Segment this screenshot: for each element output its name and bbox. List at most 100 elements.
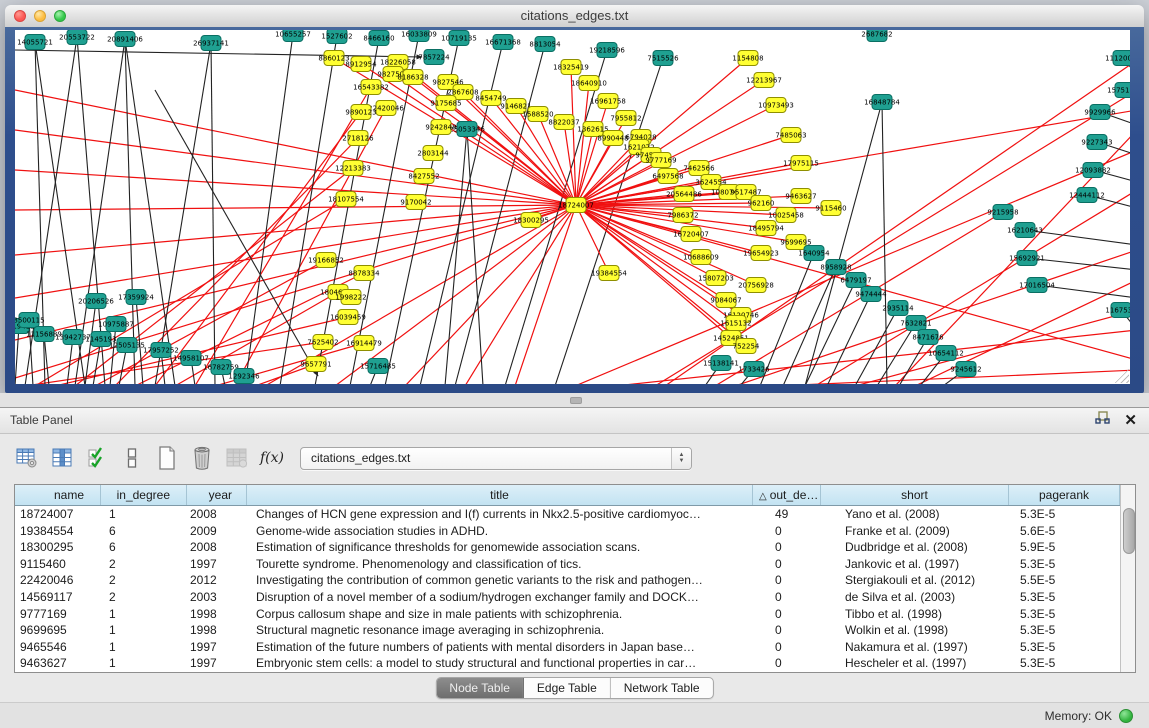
column-header-year[interactable]: year <box>187 485 247 505</box>
graph-node[interactable]: 12444112 <box>1069 188 1105 203</box>
column-header-pagerank[interactable]: pagerank <box>1009 485 1120 505</box>
graph-node[interactable]: 8471676 <box>912 330 944 345</box>
graph-node[interactable]: 2718126 <box>342 131 374 146</box>
column-header-short[interactable]: short <box>821 485 1009 505</box>
graph-node[interactable]: 8500115 <box>15 313 45 328</box>
graph-node[interactable]: 8912954 <box>345 57 377 72</box>
graph-node[interactable]: 20206526 <box>78 294 114 309</box>
graph-node[interactable]: 9657791 <box>300 357 331 372</box>
table-row[interactable]: 911546021997Tourette syndrome. Phenomeno… <box>15 556 1120 573</box>
graph-node[interactable]: 6497568 <box>652 169 683 184</box>
table-row[interactable]: 969969511998Structural magnetic resonanc… <box>15 622 1120 639</box>
graph-node[interactable]: 14055721 <box>17 35 53 50</box>
graph-node[interactable]: 9463627 <box>785 189 816 204</box>
graph-node[interactable]: 9084067 <box>710 293 741 308</box>
graph-node[interactable]: 7625402 <box>307 335 338 350</box>
column-header-name[interactable]: name <box>15 485 101 505</box>
graph-node[interactable]: 15692921 <box>1009 251 1045 266</box>
table-row[interactable]: 1872400712008Changes of HCN gene express… <box>15 506 1120 523</box>
graph-node[interactable]: 9929966 <box>1084 105 1116 120</box>
graph-node[interactable]: 10719135 <box>441 31 477 46</box>
graph-node[interactable]: 16039459 <box>330 310 366 325</box>
graph-node[interactable]: 16848784 <box>864 95 900 110</box>
graph-node[interactable]: 7515526 <box>647 51 679 66</box>
graph-node[interactable]: 9245612 <box>950 362 981 377</box>
graph-node[interactable]: 12093882 <box>1075 163 1111 178</box>
graph-node[interactable]: 15751074 <box>1107 83 1130 98</box>
graph-node[interactable]: 16720407 <box>673 227 709 242</box>
graph-node[interactable]: 9227343 <box>1081 135 1112 150</box>
minimize-window-button[interactable] <box>34 10 46 22</box>
network-graph[interactable]: 14055721 20553722 20891406 26937141 10655257… <box>15 30 1130 384</box>
graph-node[interactable]: 18640910 <box>571 76 607 91</box>
graph-node[interactable]: 1733426 <box>738 362 770 377</box>
graph-node[interactable]: 7955812 <box>610 111 641 126</box>
table-row[interactable]: 1456911722003Disruption of a novel membe… <box>15 589 1120 606</box>
graph-node[interactable]: 16914479 <box>346 336 382 351</box>
graph-node[interactable]: 18325419 <box>553 60 589 75</box>
graph-node[interactable]: 19218596 <box>589 43 625 58</box>
graph-node[interactable]: 19166852 <box>308 253 344 268</box>
tab-edge-table[interactable]: Edge Table <box>524 678 611 698</box>
graph-node[interactable]: 16961758 <box>590 94 626 109</box>
table-settings-icon[interactable] <box>14 445 40 471</box>
graph-node[interactable]: 8813054 <box>529 37 561 52</box>
network-canvas[interactable]: 14055721 20553722 20891406 26937141 10655257… <box>15 30 1130 384</box>
graph-node[interactable]: 17975115 <box>783 156 819 171</box>
graph-node[interactable]: 17359924 <box>118 290 154 305</box>
close-panel-icon[interactable]: ✕ <box>1124 412 1137 430</box>
table-row[interactable]: 2242004622012Investigating the contribut… <box>15 572 1120 589</box>
column-list-icon[interactable] <box>119 445 145 471</box>
delete-table-icon[interactable] <box>189 445 215 471</box>
column-header-out_de[interactable]: △out_de… <box>753 485 821 505</box>
graph-node[interactable]: 8466160 <box>363 31 394 46</box>
table-row[interactable]: 946554611997Estimation of the future num… <box>15 639 1120 656</box>
graph-node[interactable]: 7485063 <box>775 128 806 143</box>
graph-node[interactable]: 1167531 <box>1105 303 1130 318</box>
splitter-grip-icon[interactable] <box>570 397 582 404</box>
graph-node[interactable]: 11120045 <box>1105 51 1130 66</box>
vertical-scrollbar[interactable] <box>1120 485 1135 672</box>
tab-node-table[interactable]: Node Table <box>436 678 524 698</box>
graph-node[interactable]: 19654923 <box>743 246 779 261</box>
graph-node[interactable]: 19384554 <box>591 266 627 281</box>
table-row[interactable]: 1830029562008Estimation of significance … <box>15 539 1120 556</box>
graph-node[interactable]: 15138141 <box>703 356 739 371</box>
graph-node[interactable]: 1154808 <box>732 51 763 66</box>
dropdown-stepper-icon[interactable]: ▲▼ <box>671 448 691 469</box>
table-row[interactable]: 1938455462009Genome-wide association stu… <box>15 523 1120 540</box>
graph-node[interactable]: 9474444 <box>855 287 887 302</box>
graph-node[interactable]: 1527602 <box>321 30 352 44</box>
graph-node[interactable]: 12213967 <box>746 73 782 88</box>
graph-node[interactable]: 10973493 <box>758 98 794 113</box>
table-row[interactable]: 977716911998Corpus callosum shape and si… <box>15 606 1120 623</box>
graph-node[interactable]: 16671368 <box>485 35 521 50</box>
graph-node[interactable]: 16543382 <box>353 80 389 95</box>
graph-node[interactable]: 9215958 <box>987 205 1018 220</box>
function-builder-icon[interactable]: f(x) <box>259 445 285 471</box>
column-header-in_degree[interactable]: in_degree <box>101 485 187 505</box>
panel-splitter[interactable] <box>0 393 1149 407</box>
graph-node[interactable]: 7857224 <box>418 50 450 65</box>
graph-node[interactable]: 2935114 <box>882 301 914 316</box>
zoom-window-button[interactable] <box>54 10 66 22</box>
graph-node[interactable]: 20553722 <box>59 30 95 45</box>
graph-node[interactable]: 9115460 <box>815 201 846 216</box>
graph-node[interactable]: 7462566 <box>683 161 715 176</box>
graph-node[interactable]: 16033809 <box>401 30 437 42</box>
graph-node[interactable]: 26937141 <box>193 36 229 51</box>
tab-network-table[interactable]: Network Table <box>611 678 713 698</box>
graph-node[interactable]: 20891406 <box>107 32 143 47</box>
graph-node[interactable]: 962160 <box>748 196 775 211</box>
graph-node[interactable]: 10655257 <box>275 30 311 42</box>
new-table-icon[interactable] <box>154 445 180 471</box>
graph-node[interactable]: 9170042 <box>400 195 431 210</box>
graph-node[interactable]: 2803144 <box>417 146 449 161</box>
window-titlebar[interactable]: citations_edges.txt <box>5 5 1144 28</box>
column-header-title[interactable]: title <box>247 485 753 505</box>
graph-node[interactable]: 2687682 <box>861 30 892 42</box>
graph-node[interactable]: 752254 <box>733 339 760 354</box>
table-selector-dropdown[interactable]: citations_edges.txt ▲▼ <box>300 447 692 470</box>
column-settings-icon[interactable] <box>49 445 75 471</box>
float-window-icon[interactable] <box>1095 411 1110 430</box>
